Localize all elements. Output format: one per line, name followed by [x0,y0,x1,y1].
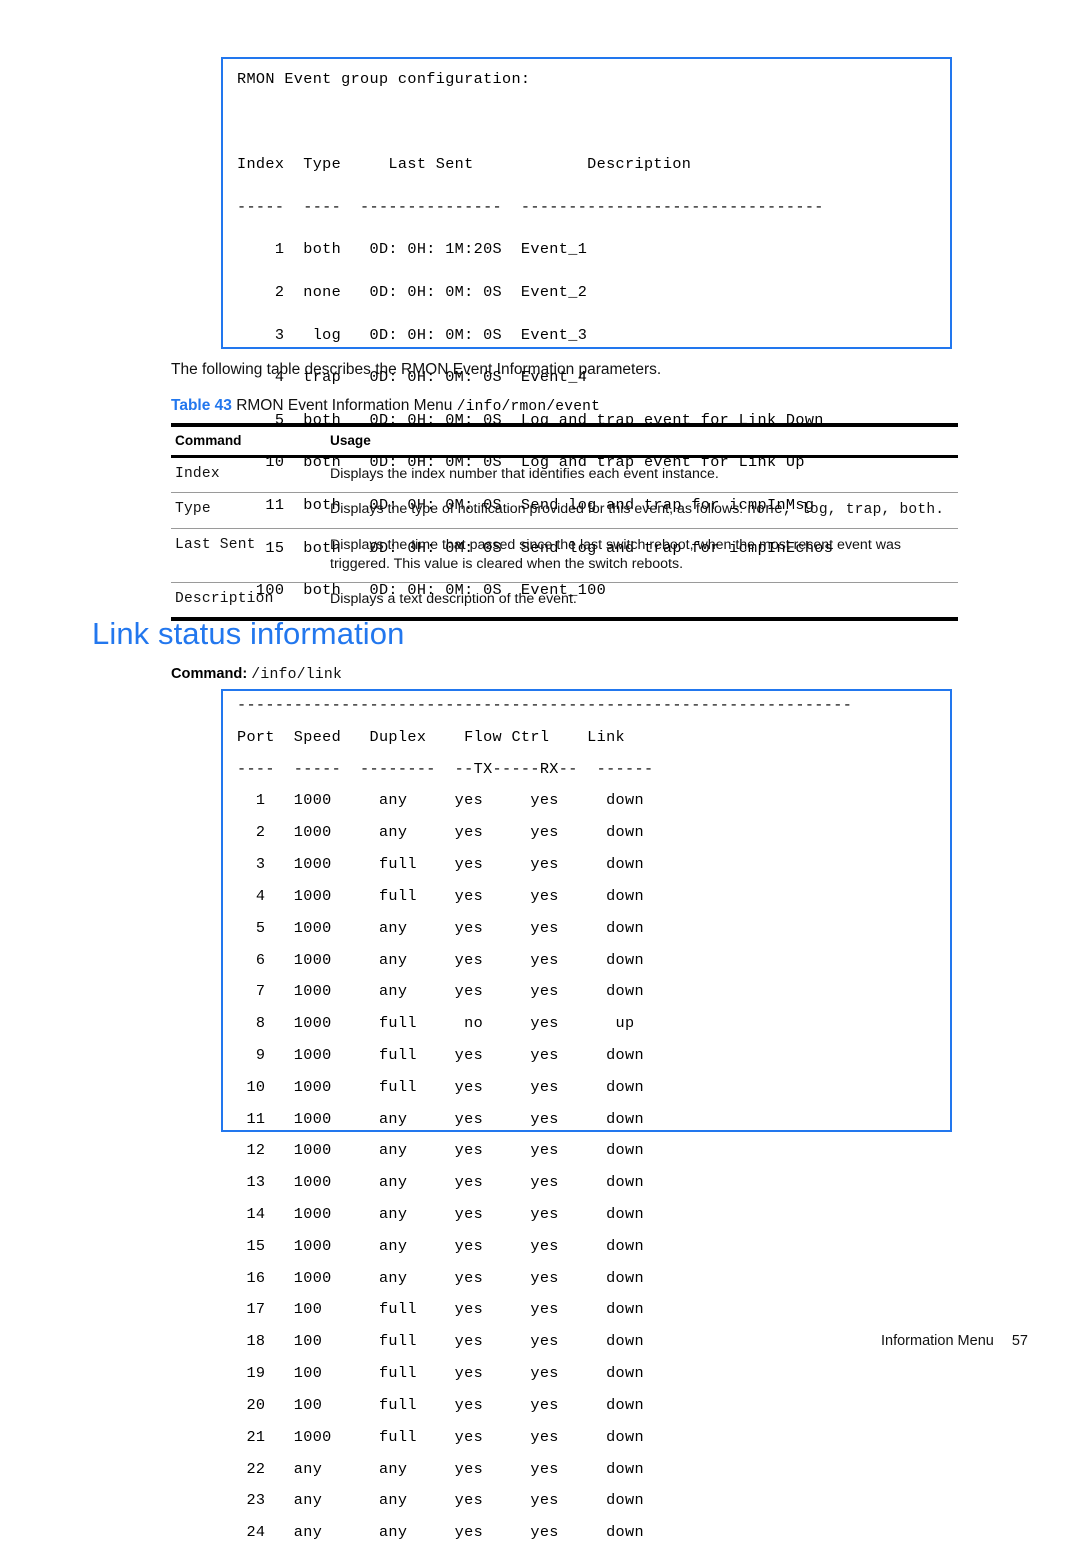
column-header-usage: Usage [326,423,958,458]
usage-text: Displays the type of notification provid… [330,501,748,517]
console-line: 5 1000 any yes yes down [237,918,644,937]
table-caption-title: RMON Event Information Menu [236,397,453,414]
console-line: 23 any any yes yes down [237,1491,644,1510]
table-caption: Table 43 RMON Event Information Menu /in… [171,396,931,417]
page-title: Link status information [92,616,405,651]
command-line: Command: /info/link [171,664,342,685]
table-cell-command: Type [171,492,326,529]
console-line: 22 any any yes yes down [237,1459,644,1478]
console-line: RMON Event group configuration: [237,70,531,88]
table-row: Type Displays the type of notification pr… [171,492,958,529]
table-cell-command: Last Sent [171,528,326,583]
command-label: Command: [171,666,248,682]
footer-label: Information Menu [880,1333,994,1349]
console-line: 3 log 0D: 0H: 0M: 0S Event_3 [237,325,588,344]
column-header-command: Command [171,423,326,458]
table-caption-number: Table 43 [171,397,232,414]
console-line: 6 1000 any yes yes down [237,950,644,969]
console-line: 10 1000 full yes yes down [237,1077,644,1096]
link-status-console-output: ----------------------------------------… [221,689,952,1540]
console-line: 2 none 0D: 0H: 0M: 0S Event_2 [237,282,588,301]
console-line: Index Type Last Sent Description [237,155,692,174]
console-line: 17 100 full yes yes down [237,1300,644,1319]
table-header-row: Command Usage [171,423,958,458]
rmon-event-console-output: RMON Event group configuration: Index Ty… [221,57,952,599]
console-line: 3 1000 full yes yes down [237,855,644,874]
table-cell-usage: Displays a text description of the event… [326,582,958,621]
console-line: 12 1000 any yes yes down [237,1141,644,1160]
footer-page-number: 57 [1011,1333,1028,1349]
console-line: 7 1000 any yes yes down [237,982,644,1001]
console-line: 9 1000 full yes yes down [237,1045,644,1064]
console-line: ---- ----- -------- --TX-----RX-- ------ [237,759,654,778]
console-line: ----------------------------------------… [237,696,853,714]
table-row: Last Sent Displays the time that passed s… [171,528,958,583]
console-line: 1 1000 any yes yes down [237,791,644,810]
command-value: /info/link [251,667,343,683]
console-line: 4 1000 full yes yes down [237,886,644,905]
rmon-event-parameters-table: Command Usage Index Displays the index nu… [171,423,958,621]
console-line: 1 both 0D: 0H: 1M:20S Event_1 [237,240,588,259]
console-line: 21 1000 full yes yes down [237,1427,644,1446]
console-line: 11 1000 any yes yes down [237,1109,644,1128]
console-line: 16 1000 any yes yes down [237,1268,644,1287]
console-line: 14 1000 any yes yes down [237,1205,644,1223]
console-line: 2 1000 any yes yes down [237,823,644,842]
table-row: Index Displays the index number that iden… [171,456,958,493]
page-footer: Information Menu 57 [0,1333,1028,1349]
table-cell-command: Description [171,582,326,621]
table-cell-usage: Displays the time that passed since the … [326,528,958,583]
table-cell-command: Index [171,456,326,493]
intro-paragraph: The following table describes the RMON E… [171,361,662,378]
table-caption-command: /info/rmon/event [456,399,601,415]
console-line: Port Speed Duplex Flow Ctrl Link [237,727,626,746]
usage-code-values: none, log, trap, both. [747,502,945,518]
table-row: Description Displays a text description o… [171,582,958,621]
console-line: 15 1000 any yes yes down [237,1236,644,1255]
console-line: 13 1000 any yes yes down [237,1173,644,1192]
console-line: ----- ---- --------------- -------------… [237,197,824,216]
console-line: 8 1000 full no yes up [237,1014,635,1033]
table-cell-usage: Displays the type of notification provid… [326,492,958,529]
console-line: 19 100 full yes yes down [237,1364,644,1383]
console-line: 20 100 full yes yes down [237,1395,644,1414]
console-line: 24 any any yes yes down [237,1523,644,1541]
table-cell-usage: Displays the index number that identifie… [326,456,958,493]
